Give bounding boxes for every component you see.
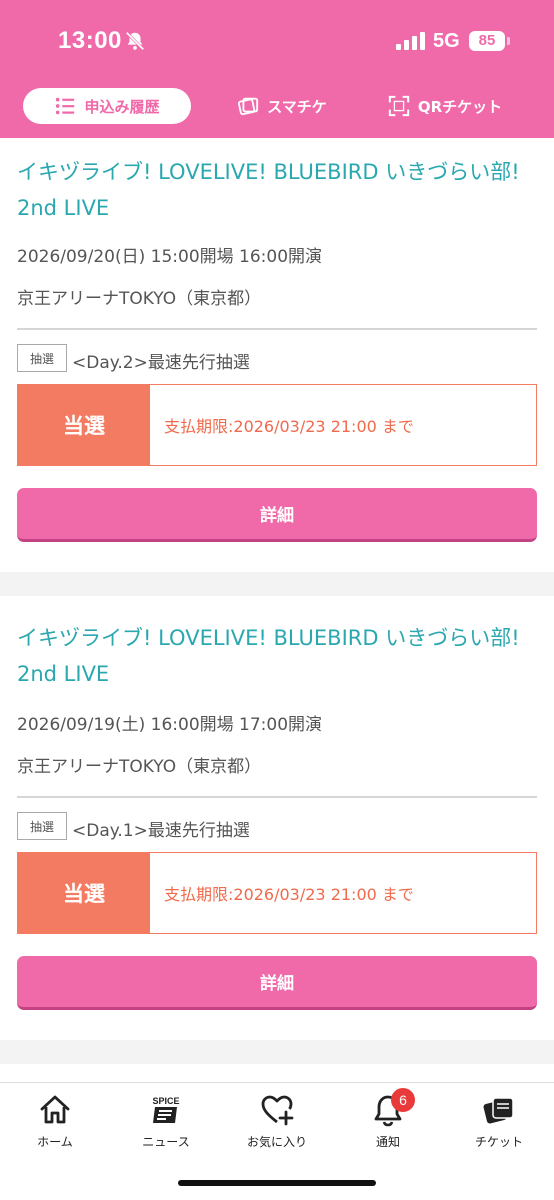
- smart-ticket-icon: [238, 97, 259, 116]
- tab-label: 申込み履歴: [84, 97, 160, 116]
- lottery-badge: 抽選: [17, 812, 67, 840]
- signal-icon: [396, 32, 425, 50]
- payment-deadline: 支払期限:2026/03/23 21:00 まで: [164, 417, 414, 436]
- qr-scan-icon: [388, 95, 410, 117]
- detail-button[interactable]: 詳細: [17, 488, 537, 542]
- nav-label: 通知: [375, 1135, 400, 1149]
- application-card: イキヅライブ! LOVELIVE! BLUEBIRD いきづらい部! 2nd L…: [0, 138, 554, 572]
- event-venue: 京王アリーナTOKYO（東京都）: [17, 289, 262, 309]
- battery-tip: [507, 37, 510, 45]
- lottery-name: <Day.1>最速先行抽選: [72, 821, 250, 841]
- home-indicator: [178, 1180, 376, 1186]
- application-card-partial: [0, 1064, 554, 1084]
- tab-smart-ticket[interactable]: スマチケ: [222, 88, 342, 124]
- nav-home[interactable]: ホーム: [0, 1093, 110, 1153]
- result-status: 当選: [18, 385, 150, 465]
- spice-news-icon: SPICE: [152, 1096, 180, 1123]
- nav-label: ホーム: [37, 1135, 73, 1149]
- nav-label: ニュース: [142, 1135, 190, 1149]
- divider: [17, 328, 537, 330]
- tickets-icon: [483, 1097, 514, 1124]
- status-time: 13:00: [58, 27, 122, 54]
- tab-bar: 申込み履歴 スマチケ QRチケット: [0, 88, 554, 126]
- tab-label: スマチケ: [267, 97, 327, 116]
- nav-favorites[interactable]: お気に入り: [222, 1093, 332, 1153]
- event-title[interactable]: イキヅライブ! LOVELIVE! BLUEBIRD いきづらい部! 2nd L…: [17, 154, 542, 226]
- tab-label: QRチケット: [417, 97, 503, 116]
- nav-tickets[interactable]: チケット: [444, 1093, 554, 1153]
- detail-button[interactable]: 詳細: [17, 956, 537, 1010]
- lottery-badge: 抽選: [17, 344, 67, 372]
- heart-plus-icon: [261, 1095, 294, 1126]
- event-datetime: 2026/09/19(土) 16:00開場 17:00開演: [17, 715, 323, 735]
- status-bar: 13:00 5G 85: [0, 0, 554, 84]
- lottery-result: 当選 支払期限:2026/03/23 21:00 まで: [17, 384, 537, 466]
- bell-off-icon: [125, 31, 145, 51]
- event-title[interactable]: イキヅライブ! LOVELIVE! BLUEBIRD いきづらい部! 2nd L…: [17, 620, 542, 692]
- battery-icon: 85: [469, 31, 505, 51]
- tab-application-history[interactable]: 申込み履歴: [23, 88, 191, 124]
- divider: [17, 796, 537, 798]
- list-icon: [56, 97, 75, 115]
- notification-badge: 6: [391, 1088, 415, 1112]
- payment-deadline: 支払期限:2026/03/23 21:00 まで: [164, 885, 414, 904]
- lottery-name: <Day.2>最速先行抽選: [72, 353, 250, 373]
- result-status: 当選: [18, 853, 150, 933]
- lottery-result: 当選 支払期限:2026/03/23 21:00 まで: [17, 852, 537, 934]
- home-icon: [40, 1095, 70, 1124]
- tab-qr-ticket[interactable]: QRチケット: [375, 88, 515, 124]
- application-card: イキヅライブ! LOVELIVE! BLUEBIRD いきづらい部! 2nd L…: [0, 596, 554, 1040]
- event-datetime: 2026/09/20(日) 15:00開場 16:00開演: [17, 247, 323, 267]
- spice-icon-text: SPICE: [152, 1096, 179, 1106]
- nav-notifications[interactable]: 6 通知: [333, 1088, 443, 1153]
- nav-label: お気に入り: [246, 1135, 307, 1149]
- app-header: 13:00 5G 85 申込み履歴 スマチケ QRチケット: [0, 0, 554, 138]
- network-type: 5G: [433, 30, 460, 52]
- nav-label: チケット: [474, 1135, 523, 1149]
- nav-news[interactable]: SPICE ニュース: [111, 1093, 221, 1153]
- event-venue: 京王アリーナTOKYO（東京都）: [17, 757, 262, 777]
